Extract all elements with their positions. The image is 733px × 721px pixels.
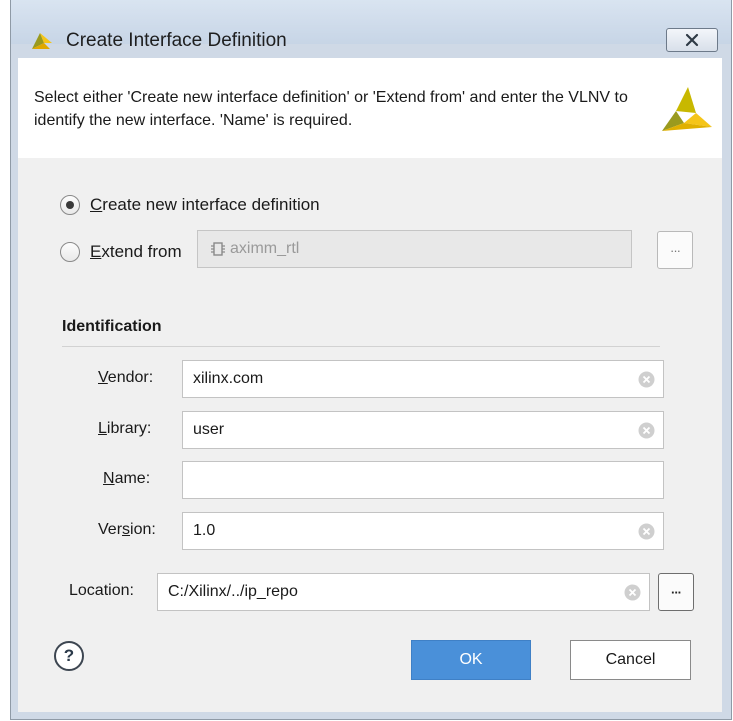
version-field[interactable]: 1.0 [182, 512, 664, 550]
extend-from-value: aximm_rtl [230, 240, 300, 257]
version-value: 1.0 [193, 522, 216, 539]
create-new-radio[interactable] [60, 195, 80, 215]
create-new-label[interactable]: Create new interface definition [90, 195, 320, 215]
dialog-header: Select either 'Create new interface defi… [18, 58, 722, 158]
version-label: Version: [98, 521, 156, 538]
location-label: Location: [69, 582, 134, 599]
clear-icon[interactable] [638, 523, 655, 540]
cancel-button[interactable]: Cancel [570, 640, 691, 680]
location-field[interactable]: C:/Xilinx/../ip_repo [157, 573, 650, 611]
vivado-logo-icon [662, 87, 712, 131]
library-label: Library: [98, 420, 152, 437]
extend-from-field: aximm_rtl [197, 230, 632, 268]
vendor-label: Vendor: [98, 369, 154, 386]
identification-title: Identification [62, 318, 162, 335]
create-new-option[interactable]: Create new interface definition [60, 195, 320, 215]
help-button[interactable]: ? [54, 641, 84, 671]
extend-browse-button[interactable]: ··· [657, 231, 693, 269]
name-field[interactable] [182, 461, 664, 499]
clear-icon[interactable] [624, 584, 641, 601]
clear-icon[interactable] [638, 422, 655, 439]
location-value: C:/Xilinx/../ip_repo [168, 583, 298, 600]
title-bar[interactable]: Create Interface Definition [11, 0, 731, 52]
section-divider [62, 346, 660, 347]
extend-from-option[interactable]: Extend from [60, 242, 182, 262]
library-field[interactable]: user [182, 411, 664, 449]
interface-icon [211, 242, 225, 256]
vendor-field[interactable]: xilinx.com [182, 360, 664, 398]
extend-from-radio[interactable] [60, 242, 80, 262]
location-browse-button[interactable]: ··· [658, 573, 694, 611]
vendor-value: xilinx.com [193, 370, 264, 387]
name-label: Name: [103, 470, 151, 487]
clear-icon[interactable] [638, 371, 655, 388]
header-description: Select either 'Create new interface defi… [34, 89, 628, 129]
extend-from-label[interactable]: Extend from [90, 242, 182, 262]
ok-button[interactable]: OK [411, 640, 531, 680]
library-value: user [193, 421, 225, 438]
